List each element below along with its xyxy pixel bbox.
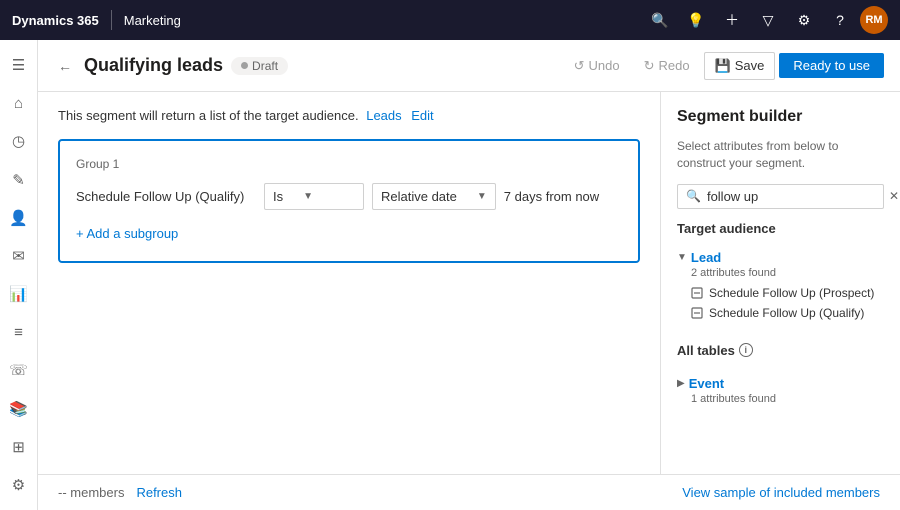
sidebar-pin-icon[interactable]: ✎ xyxy=(1,163,37,197)
lead-attributes-found: 2 attributes found xyxy=(691,267,884,279)
nav-divider xyxy=(111,10,112,30)
segment-builder-panel: Segment builder Select attributes from b… xyxy=(660,92,900,474)
plus-icon[interactable]: ＋ xyxy=(716,4,748,36)
date-type-dropdown-icon: ▼ xyxy=(477,191,487,202)
event-section-name: Event xyxy=(689,376,724,391)
save-button[interactable]: 💾 Save xyxy=(704,52,776,80)
panel-description: Select attributes from below to construc… xyxy=(677,138,884,172)
add-subgroup-button[interactable]: + Add a subgroup xyxy=(76,222,178,245)
condition-field-name: Schedule Follow Up (Qualify) xyxy=(76,189,256,204)
search-clear-icon[interactable]: ✕ xyxy=(889,189,899,203)
status-dot xyxy=(241,62,248,69)
sidebar-email-icon[interactable]: ✉ xyxy=(1,239,37,273)
redo-label: Redo xyxy=(658,58,689,73)
target-audience-label: Target audience xyxy=(677,221,884,236)
sidebar-recent-icon[interactable]: ◷ xyxy=(1,124,37,158)
ready-label: Ready to use xyxy=(793,58,870,73)
attribute-qualify[interactable]: Schedule Follow Up (Qualify) xyxy=(677,303,884,323)
operator-dropdown-icon: ▼ xyxy=(303,191,313,202)
event-section: ▶ Event 1 attributes found xyxy=(677,374,884,409)
undo-icon: ↺ xyxy=(574,58,585,74)
bottom-bar: -- members Refresh View sample of includ… xyxy=(38,474,900,510)
condition-row: Schedule Follow Up (Qualify) Is ▼ Relati… xyxy=(76,183,622,210)
event-attributes-found: 1 attributes found xyxy=(691,393,884,405)
date-type-select[interactable]: Relative date ▼ xyxy=(372,183,496,210)
sidebar-chart-icon[interactable]: 📊 xyxy=(1,277,37,311)
lead-section-header[interactable]: ▼ Lead xyxy=(677,248,884,267)
save-icon: 💾 xyxy=(715,58,731,74)
sidebar-menu-icon[interactable]: ☰ xyxy=(1,48,37,82)
lightbulb-icon[interactable]: 💡 xyxy=(680,4,712,36)
page-title: Qualifying leads xyxy=(84,55,223,76)
avatar[interactable]: RM xyxy=(860,6,888,34)
content-area: This segment will return a list of the t… xyxy=(38,92,900,474)
sidebar-people-icon[interactable]: 👤 xyxy=(1,201,37,235)
lead-section-name: Lead xyxy=(691,250,721,265)
attribute-qualify-icon xyxy=(691,307,703,319)
redo-icon: ↻ xyxy=(644,58,655,74)
search-box[interactable]: 🔍 ✕ xyxy=(677,184,884,209)
attribute-qualify-label: Schedule Follow Up (Qualify) xyxy=(709,306,864,320)
add-subgroup-label: + Add a subgroup xyxy=(76,226,178,241)
edit-link[interactable]: Edit xyxy=(411,108,433,123)
search-icon[interactable]: 🔍 xyxy=(644,4,676,36)
sidebar-settings-icon[interactable]: ⚙ xyxy=(1,468,37,502)
group-label: Group 1 xyxy=(76,157,622,171)
info-text: This segment will return a list of the t… xyxy=(58,108,359,123)
attribute-prospect-icon xyxy=(691,287,703,299)
members-label: -- members xyxy=(58,485,124,500)
filter-icon[interactable]: ▽ xyxy=(752,4,784,36)
segment-main: This segment will return a list of the t… xyxy=(38,92,660,474)
help-icon[interactable]: ? xyxy=(824,4,856,36)
top-nav: Dynamics 365 Marketing 🔍 💡 ＋ ▽ ⚙ ? RM xyxy=(0,0,900,40)
view-sample-link[interactable]: View sample of included members xyxy=(682,485,880,500)
refresh-link[interactable]: Refresh xyxy=(136,485,182,500)
undo-button[interactable]: ↺ Undo xyxy=(564,53,630,79)
sidebar-list-icon[interactable]: ≡ xyxy=(1,315,37,349)
all-tables-header: All tables i xyxy=(677,343,884,358)
sidebar-library-icon[interactable]: 📚 xyxy=(1,392,37,426)
main-content: ← Qualifying leads Draft ↺ Undo ↻ Redo 💾… xyxy=(38,40,900,510)
all-tables-info-icon[interactable]: i xyxy=(739,343,753,357)
undo-label: Undo xyxy=(589,58,620,73)
attribute-prospect[interactable]: Schedule Follow Up (Prospect) xyxy=(677,283,884,303)
search-input[interactable] xyxy=(707,189,883,204)
status-label: Draft xyxy=(252,59,278,73)
redo-button[interactable]: ↻ Redo xyxy=(634,53,700,79)
page-header: ← Qualifying leads Draft ↺ Undo ↻ Redo 💾… xyxy=(38,40,900,92)
header-actions: ↺ Undo ↻ Redo 💾 Save Ready to use xyxy=(564,52,884,80)
back-button[interactable]: ← xyxy=(54,54,76,78)
brand-label: Dynamics 365 xyxy=(12,13,99,28)
attribute-prospect-label: Schedule Follow Up (Prospect) xyxy=(709,286,874,300)
info-bar: This segment will return a list of the t… xyxy=(58,108,640,123)
lead-section: ▼ Lead 2 attributes found Schedule Follo… xyxy=(677,248,884,323)
event-chevron-icon: ▶ xyxy=(677,378,685,389)
all-tables-label: All tables xyxy=(677,343,735,358)
search-icon: 🔍 xyxy=(686,189,701,203)
operator-select[interactable]: Is ▼ xyxy=(264,183,364,210)
condition-value-text: 7 days from now xyxy=(504,184,599,209)
event-section-header[interactable]: ▶ Event xyxy=(677,374,884,393)
leads-link[interactable]: Leads xyxy=(366,108,401,123)
status-badge: Draft xyxy=(231,57,288,75)
settings-icon[interactable]: ⚙ xyxy=(788,4,820,36)
sidebar-grid-icon[interactable]: ⊞ xyxy=(1,430,37,464)
sidebar-home-icon[interactable]: ⌂ xyxy=(1,86,37,120)
date-type-value: Relative date xyxy=(381,189,457,204)
ready-to-use-button[interactable]: Ready to use xyxy=(779,53,884,78)
operator-value: Is xyxy=(273,189,283,204)
sidebar-phone-icon[interactable]: ☏ xyxy=(1,353,37,387)
group-container: Group 1 Schedule Follow Up (Qualify) Is … xyxy=(58,139,640,263)
sidebar: ☰ ⌂ ◷ ✎ 👤 ✉ 📊 ≡ ☏ 📚 ⊞ ⚙ xyxy=(0,40,38,510)
save-label: Save xyxy=(735,58,765,73)
top-nav-icons: 🔍 💡 ＋ ▽ ⚙ ? RM xyxy=(644,4,888,36)
app-layout: ☰ ⌂ ◷ ✎ 👤 ✉ 📊 ≡ ☏ 📚 ⊞ ⚙ ← Qualifying lea… xyxy=(0,40,900,510)
module-label: Marketing xyxy=(124,13,181,28)
lead-chevron-icon: ▼ xyxy=(677,252,687,263)
panel-title: Segment builder xyxy=(677,108,884,126)
